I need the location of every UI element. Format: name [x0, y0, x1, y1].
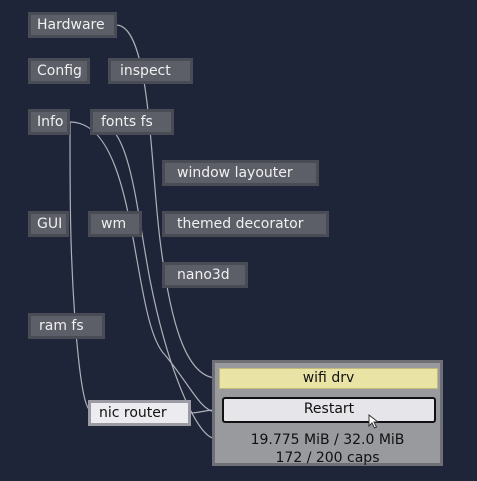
component-detail-panel: wifi drv Restart 19.775 MiB / 32.0 MiB 1… — [212, 360, 443, 466]
caps-usage-text: 172 / 200 caps — [275, 450, 380, 466]
panel-title-wifi-drv[interactable]: wifi drv — [219, 368, 438, 389]
ram-usage-text: 19.775 MiB / 32.0 MiB — [250, 432, 405, 448]
node-ram-fs[interactable]: ram fs — [28, 313, 105, 339]
node-inspect[interactable]: inspect — [108, 58, 193, 84]
node-hardware[interactable]: Hardware — [28, 12, 117, 38]
node-nano3d[interactable]: nano3d — [162, 262, 248, 288]
restart-button[interactable]: Restart — [222, 397, 436, 423]
node-gui[interactable]: GUI — [28, 211, 69, 237]
arrow-cursor-icon — [368, 413, 384, 434]
node-wm[interactable]: wm — [88, 211, 142, 237]
node-info[interactable]: Info — [28, 109, 70, 135]
wire-info-to-nic-router — [69, 121, 97, 414]
node-window-layouter[interactable]: window layouter — [162, 160, 319, 186]
node-themed-decorator[interactable]: themed decorator — [162, 211, 329, 237]
node-nic-router[interactable]: nic router — [88, 400, 191, 426]
node-fonts-fs[interactable]: fonts fs — [90, 109, 174, 135]
node-config[interactable]: Config — [28, 58, 90, 84]
